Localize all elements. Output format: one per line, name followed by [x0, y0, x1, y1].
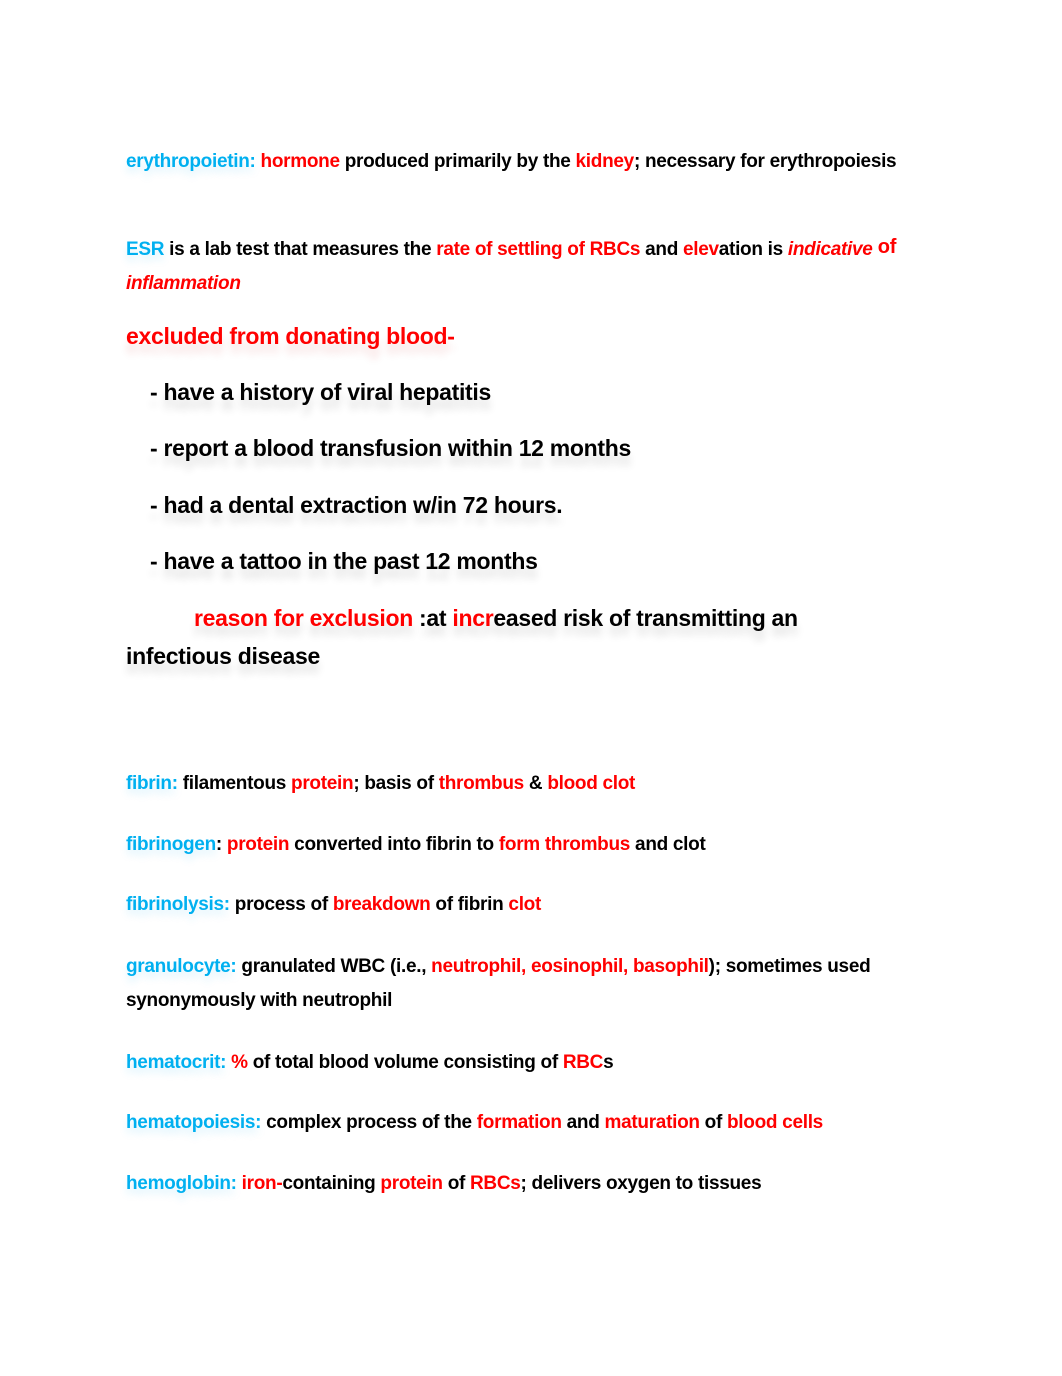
text: ; necessary for erythropoiesis — [633, 151, 897, 172]
text: and — [561, 1112, 605, 1133]
emphasis: iron- — [241, 1173, 283, 1194]
exclusion-reason: reason for exclusion :at increased risk … — [126, 599, 886, 675]
text: and — [640, 239, 683, 260]
emphasis: of — [872, 236, 897, 258]
term: fibrin: — [126, 773, 178, 794]
text: process of — [229, 894, 333, 915]
text: of total blood volume consisting of — [247, 1052, 563, 1073]
term: erythropoietin: — [126, 151, 256, 172]
text: converted into fibrin to — [289, 834, 499, 855]
text: :at — [412, 605, 453, 631]
emphasis: elev — [683, 239, 719, 260]
excluded-heading: excluded from donating blood- — [126, 323, 455, 349]
definition-granulocyte: granulocyte: granulated WBC (i.e., neutr… — [126, 950, 946, 1018]
text: s — [603, 1052, 614, 1073]
definition-fibrin: fibrin: filamentous protein; basis of th… — [126, 767, 946, 801]
emphasis: kidney — [575, 151, 635, 172]
text: ; basis of — [353, 773, 439, 794]
term: hematopoiesis: — [126, 1112, 262, 1133]
definition-hematopoiesis: hematopoiesis: complex process of the fo… — [126, 1106, 956, 1140]
emphasis: % — [231, 1052, 248, 1073]
exclusion-item: - have a history of viral hepatitis — [150, 379, 491, 405]
text: and clot — [630, 834, 706, 855]
definition-esr: ESR is a lab test that measures the rate… — [126, 230, 946, 301]
emphasis: neutrophil, eosinophil, basophil — [431, 956, 709, 977]
text: & — [523, 773, 548, 794]
text: ; delivers oxygen to tissues — [520, 1173, 762, 1194]
term: granulocyte: — [126, 956, 237, 977]
text: complex process of the — [261, 1112, 477, 1133]
emphasis: maturation — [604, 1112, 700, 1133]
emphasis: RBCs — [470, 1173, 521, 1194]
document-page: erythropoietin: hormone produced primari… — [0, 0, 1062, 1376]
emphasis: protein — [226, 834, 290, 855]
definition-hemoglobin: hemoglobin: iron-containing protein of R… — [126, 1167, 946, 1201]
term: hemoglobin: — [126, 1173, 237, 1194]
emphasis: clot — [508, 894, 542, 915]
emphasis: indicative — [787, 239, 873, 260]
emphasis: incr — [452, 605, 494, 631]
emphasis: hormone — [260, 151, 340, 172]
text: of — [699, 1112, 727, 1133]
text: containing — [282, 1173, 381, 1194]
term: fibrinolysis: — [126, 894, 230, 915]
term: ESR — [126, 239, 165, 260]
definition-hematocrit: hematocrit: % of total blood volume cons… — [126, 1046, 946, 1080]
text: is a lab test that measures the — [164, 239, 437, 260]
exclusion-item: - have a tattoo in the past 12 months — [150, 548, 538, 574]
text: of fibrin — [430, 894, 509, 915]
definition-erythropoietin: erythropoietin: hormone produced primari… — [126, 145, 946, 179]
emphasis: inflammation — [126, 273, 241, 294]
exclusion-item: - had a dental extraction w/in 72 hours. — [150, 492, 563, 518]
text: : — [215, 834, 227, 855]
text: of — [442, 1173, 471, 1194]
emphasis: rate of settling of RBCs — [436, 239, 641, 260]
emphasis: RBC — [562, 1052, 604, 1073]
term: fibrinogen — [126, 834, 216, 855]
text: granulated WBC (i.e., — [236, 956, 432, 977]
emphasis: protein — [291, 773, 354, 794]
term: hematocrit: — [126, 1052, 227, 1073]
text: filamentous — [177, 773, 292, 794]
text: ation is — [718, 239, 788, 260]
emphasis: formation — [476, 1112, 562, 1133]
emphasis: blood cells — [727, 1112, 823, 1133]
emphasis: thrombus — [438, 773, 525, 794]
emphasis: breakdown — [332, 894, 431, 915]
emphasis: form thrombus — [498, 834, 631, 855]
text: produced primarily by the — [339, 151, 576, 172]
definition-fibrinolysis: fibrinolysis: process of breakdown of fi… — [126, 888, 946, 922]
exclusion-item: - report a blood transfusion within 12 m… — [150, 435, 632, 461]
emphasis: blood clot — [547, 773, 636, 794]
reason-label: reason for exclusion — [194, 605, 413, 631]
emphasis: protein — [380, 1173, 443, 1194]
definition-fibrinogen: fibrinogen: protein converted into fibri… — [126, 828, 946, 862]
